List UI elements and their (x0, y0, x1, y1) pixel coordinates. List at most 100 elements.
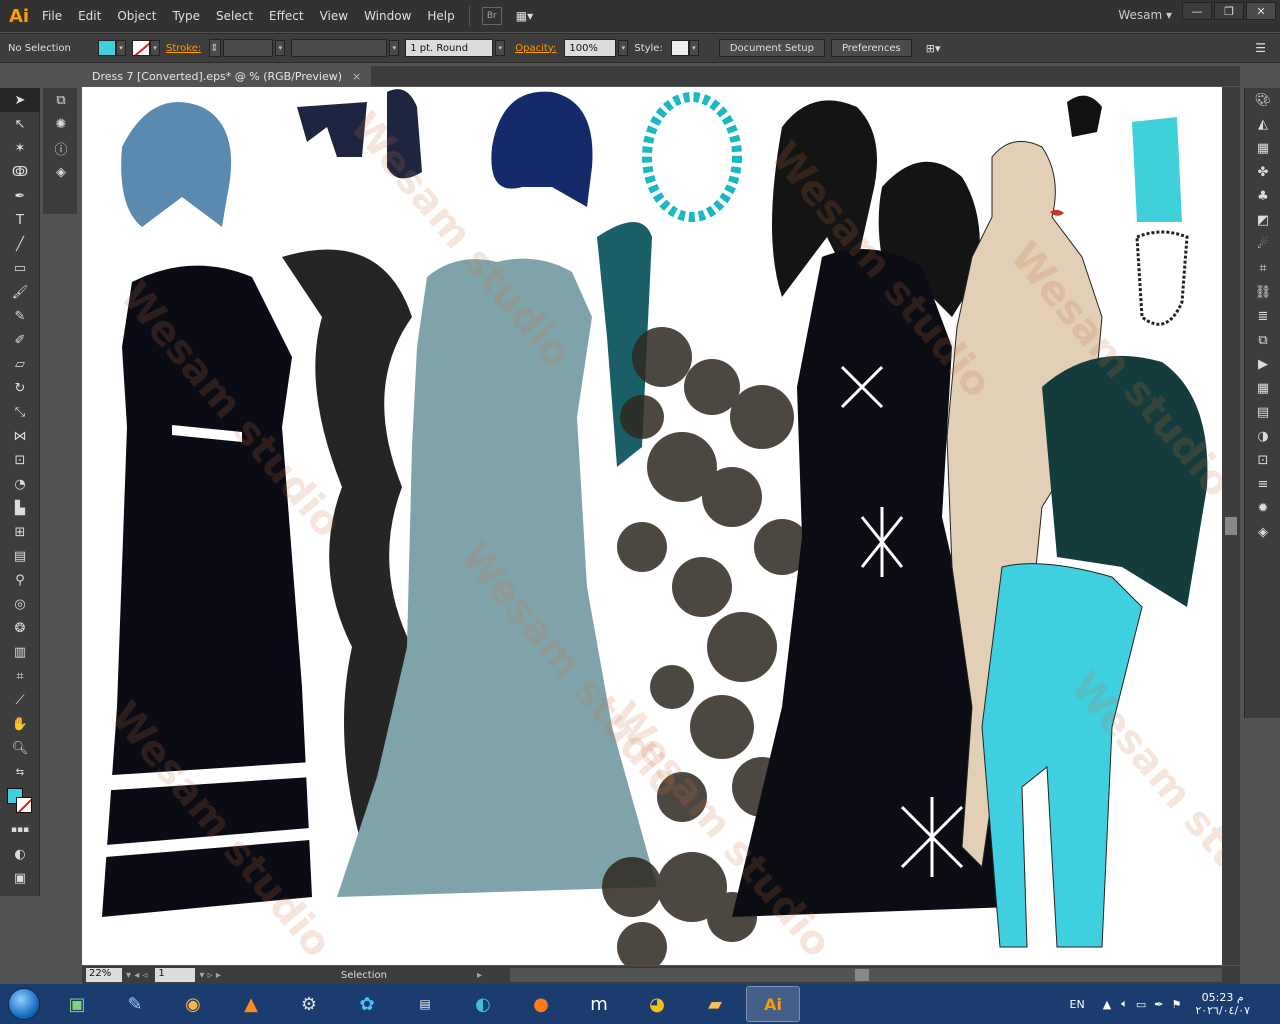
status-menu-icon[interactable]: ▸ (477, 970, 482, 981)
taskbar-m-app-icon[interactable]: m (572, 986, 626, 1022)
document-setup-button[interactable]: Document Setup (718, 39, 825, 57)
stroke-swatch[interactable] (132, 40, 150, 56)
vertical-scrollbar[interactable] (1222, 87, 1240, 965)
magic-wand-tool-icon[interactable]: ✶ (0, 136, 40, 160)
close-button[interactable]: ✕ (1246, 2, 1276, 20)
gradient-icon[interactable]: ▤ (1245, 400, 1280, 424)
color-mode-icon[interactable]: ▪▪▪ (0, 818, 40, 842)
menu-view[interactable]: View (312, 9, 356, 23)
stroke-weight-dropdown[interactable]: ▾ (275, 40, 286, 56)
volume-icon[interactable]: 🔈︎ (1121, 997, 1128, 1011)
panel-menu-icon[interactable]: ☰ (1247, 41, 1274, 55)
opacity-label[interactable]: Opacity: (515, 43, 556, 54)
appearance-icon[interactable]: ☄ (1245, 232, 1280, 256)
zoom-tool-icon[interactable]: 🔍︎ (0, 736, 40, 760)
variable-width-profile[interactable] (291, 39, 388, 57)
shape-builder-tool-icon[interactable]: ◔ (0, 472, 40, 496)
taskbar-firefox-icon[interactable]: ● (514, 986, 568, 1022)
align-icon[interactable]: ≣ (1245, 304, 1280, 328)
menu-window[interactable]: Window (356, 9, 419, 23)
minimize-button[interactable]: — (1182, 2, 1212, 20)
workspace-user[interactable]: Wesam ▾ (1118, 8, 1172, 22)
lasso-tool-icon[interactable]: ↂ (0, 160, 40, 184)
horizontal-scrollbar[interactable] (510, 968, 1222, 982)
hand-tool-icon[interactable]: ✋ (0, 712, 40, 736)
actions-icon[interactable]: ▶ (1245, 352, 1280, 376)
gradient-tool-icon[interactable]: ▤ (0, 544, 40, 568)
selection-tool-icon[interactable]: ➤ (0, 88, 40, 112)
menu-file[interactable]: File (34, 9, 70, 23)
taskbar-explorer-icon[interactable]: ▰ (688, 986, 742, 1022)
eyedropper-tool-icon[interactable]: ⚲ (0, 568, 40, 592)
graphic-styles-icon[interactable]: ◩ (1245, 208, 1280, 232)
clock[interactable]: 05:23 م ٢٠٢٦/٠٤/٠٧ (1195, 991, 1250, 1017)
taskbar-media-icon[interactable]: ✿ (340, 986, 394, 1022)
free-transform-tool-icon[interactable]: ⊡ (0, 448, 40, 472)
fill-swatch[interactable] (98, 40, 116, 56)
pen-icon[interactable]: ✒ (1154, 998, 1163, 1011)
start-button[interactable] (0, 984, 48, 1024)
blend-tool-icon[interactable]: ◎ (0, 592, 40, 616)
taskbar-monitor-icon[interactable]: ▣ (50, 986, 104, 1022)
line-tool-icon[interactable]: ╱ (0, 232, 40, 256)
artboard-tool-icon[interactable]: ⌗ (0, 664, 40, 688)
symbols-icon[interactable]: ✺ (43, 112, 79, 136)
artboard-canvas[interactable]: Wesam studio Wesam studio Wesam studio W… (82, 87, 1222, 965)
direct-selection-tool-icon[interactable]: ↖ (0, 112, 40, 136)
close-tab-icon[interactable]: × (352, 70, 361, 83)
zoom-field[interactable]: 22% (86, 968, 122, 982)
page-nav-next[interactable]: ▾ ▹ ▸ (199, 970, 220, 981)
fill-dropdown[interactable]: ▾ (116, 40, 126, 56)
taskbar-chrome-icon[interactable]: ◕ (630, 986, 684, 1022)
page-field[interactable]: 1 (155, 968, 196, 982)
menu-type[interactable]: Type (164, 9, 208, 23)
menu-help[interactable]: Help (419, 9, 462, 23)
style-dropdown[interactable]: ▾ (688, 40, 699, 56)
rectangle-tool-icon[interactable]: ▭ (0, 256, 40, 280)
preferences-button[interactable]: Preferences (830, 39, 912, 57)
mesh-tool-icon[interactable]: ⊞ (0, 520, 40, 544)
restore-button[interactable]: ❐ (1214, 2, 1244, 20)
current-tool-status[interactable]: Selection (341, 970, 387, 981)
symbols-panel-icon[interactable]: ♣ (1245, 184, 1280, 208)
menu-edit[interactable]: Edit (70, 9, 109, 23)
swatches-icon[interactable]: ▦ (1245, 136, 1280, 160)
stroke-panel-icon[interactable]: ≡ (1245, 472, 1280, 496)
artboards-icon[interactable]: ⧉ (43, 88, 79, 112)
transparency-icon[interactable]: ◑ (1245, 424, 1280, 448)
network-icon[interactable]: ▭ (1136, 998, 1146, 1011)
page-nav-arrows[interactable]: ▾ ◂ ◃ (126, 970, 147, 981)
bridge-button[interactable]: Br (481, 7, 502, 25)
style-swatch[interactable] (670, 40, 689, 56)
draw-mode-icon[interactable]: ◐ (0, 842, 40, 866)
menu-effect[interactable]: Effect (261, 9, 312, 23)
paintbrush-tool-icon[interactable]: 🖌 (0, 280, 40, 304)
eraser-tool-icon[interactable]: ▱ (0, 352, 40, 376)
image-trace-icon[interactable]: ✹ (1245, 496, 1280, 520)
type-tool-icon[interactable]: T (0, 208, 40, 232)
blob-brush-tool-icon[interactable]: ✐ (0, 328, 40, 352)
taskbar-settings-icon[interactable]: ⚙ (282, 986, 336, 1022)
stroke-weight-stepper[interactable]: ⇕ (209, 39, 222, 57)
rotate-tool-icon[interactable]: ↻ (0, 376, 40, 400)
artboards-panel-icon[interactable]: ▦ (1245, 376, 1280, 400)
links-icon[interactable]: ⛓ (1245, 280, 1280, 304)
taskbar-paint-icon[interactable]: ◉ (166, 986, 220, 1022)
navigator-icon[interactable]: ⊡ (1245, 448, 1280, 472)
taskbar-illustrator-icon[interactable]: Ai (746, 986, 800, 1022)
arrange-documents-icon[interactable]: ▦▾ (508, 9, 541, 23)
brushes-icon[interactable]: ✤ (1245, 160, 1280, 184)
taskbar-studio-icon[interactable]: ▤ (398, 986, 452, 1022)
menu-object[interactable]: Object (109, 9, 164, 23)
slice-tool-icon[interactable]: ⟋ (0, 688, 40, 712)
opacity-dropdown[interactable]: ▾ (618, 40, 629, 56)
menu-select[interactable]: Select (208, 9, 261, 23)
layers-icon[interactable]: ◈ (43, 160, 79, 184)
swap-fill-stroke-icon[interactable]: ⇆ (0, 760, 40, 784)
pencil-tool-icon[interactable]: ✎ (0, 304, 40, 328)
layers-panel-icon[interactable]: ◈ (1245, 520, 1280, 544)
color-guide-icon[interactable]: ◭ (1245, 112, 1280, 136)
opacity-field[interactable]: 100% (564, 39, 617, 57)
pathfinder-icon[interactable]: ⧉ (1245, 328, 1280, 352)
screen-mode-icon[interactable]: ▣ (0, 866, 40, 890)
